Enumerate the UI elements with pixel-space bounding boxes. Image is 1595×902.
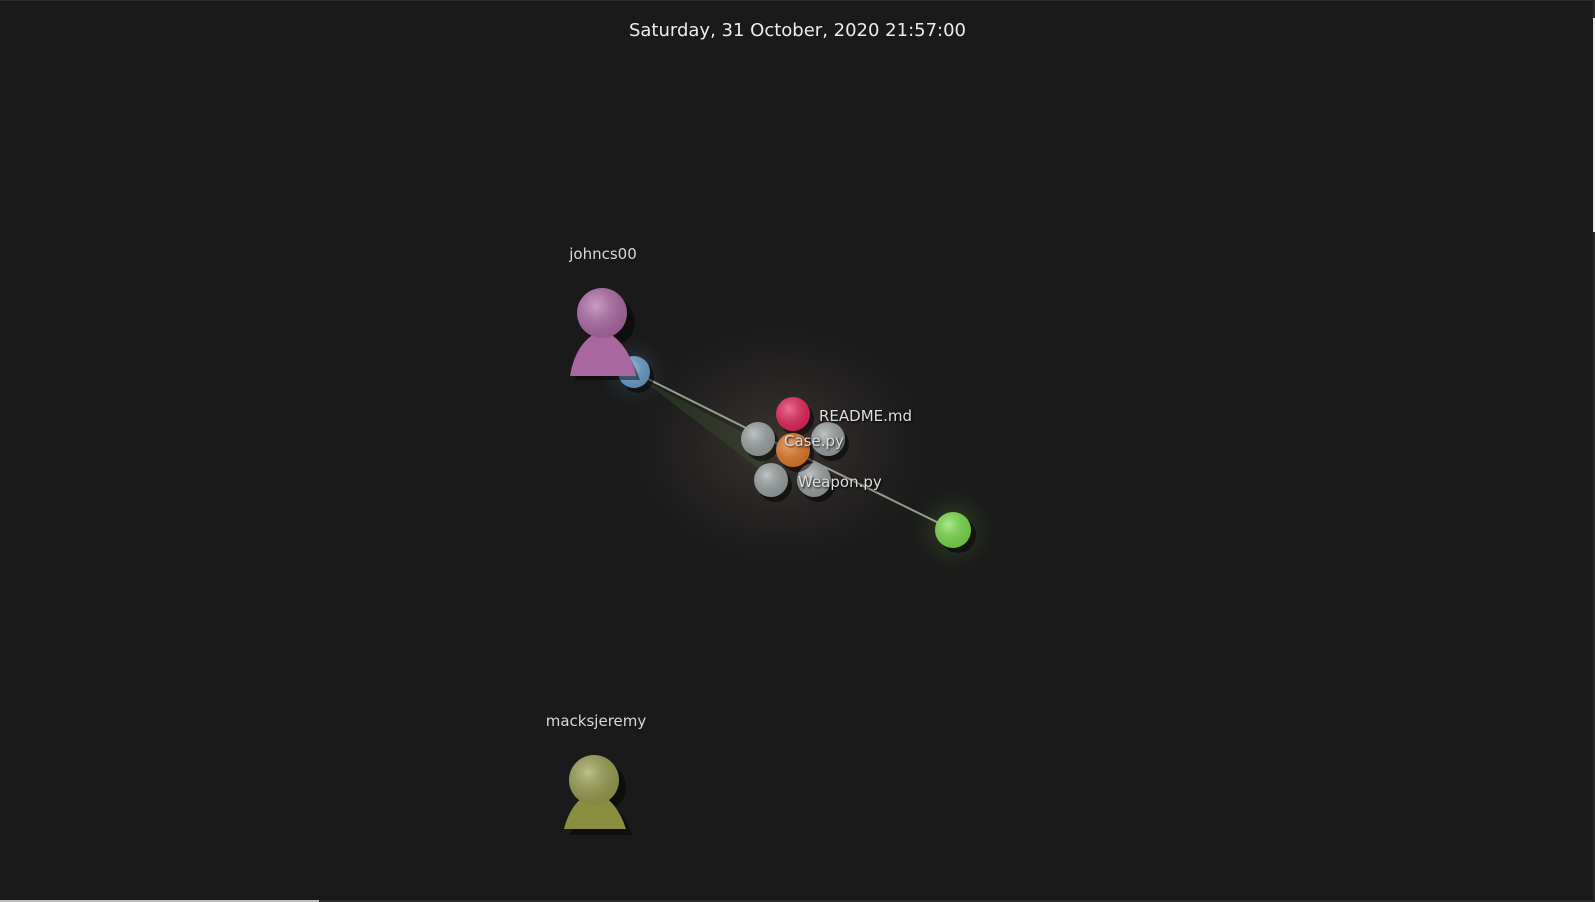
- visualization-canvas[interactable]: Saturday, 31 October, 2020 21:57:00 john…: [0, 0, 1595, 902]
- file-label-weapon: Weapon.py: [798, 473, 882, 491]
- graph-svg: [564, 288, 1003, 835]
- file-label-readme: README.md: [819, 407, 913, 425]
- user-label-macksjeremy: macksjeremy: [545, 712, 647, 730]
- user-avatar-macksjeremy[interactable]: [564, 755, 632, 835]
- user-avatar-johncs00[interactable]: [570, 288, 640, 380]
- user-label-johncs00: johncs00: [569, 245, 637, 263]
- file-label-case: Case.py: [784, 432, 844, 450]
